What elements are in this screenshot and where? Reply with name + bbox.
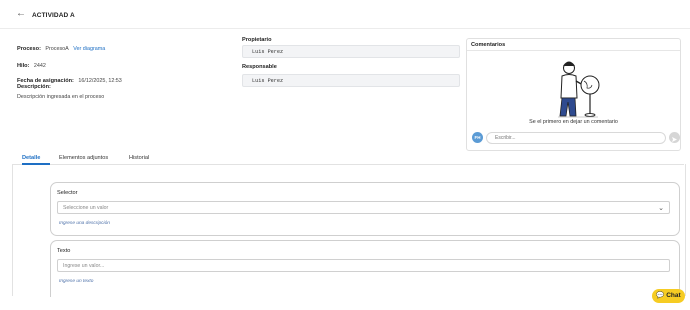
selector-dropdown[interactable]: Seleccione un valor ⌄ [57,201,670,214]
selector-label: Selector [57,190,78,196]
tab-detalle[interactable]: Detalle [22,155,40,161]
avatar: FH [472,132,483,143]
selector-card: Selector Seleccione un valor ⌄ Ingrese u… [50,182,680,236]
process-label: Proceso: [17,46,41,52]
text-card: Texto Ingrese un valor... Ingrese un tex… [50,240,680,297]
text-placeholder: Ingrese un valor... [63,263,105,269]
page-header: ← ACTIVIDAD A [0,0,690,29]
comments-title: Comentarios [471,42,506,48]
tab-historial[interactable]: Historial [129,155,149,161]
chat-bubble-icon: 💬 [656,292,665,299]
page-title: ACTIVIDAD A [32,12,75,19]
arrow-left-icon[interactable]: ← [16,9,26,19]
owner-field: Luis Perez [242,45,460,58]
description-value: Descripción ingresada en el proceso [17,94,105,100]
selector-placeholder: Seleccione un valor [63,205,109,211]
send-icon[interactable] [669,132,680,143]
chat-button[interactable]: 💬 Chat [652,289,685,303]
description-label: Descripción: [17,84,51,90]
comments-divider [467,50,680,51]
comments-empty-message: Se el primero en dejar un comentario [529,119,618,125]
owner-label: Propietario [242,37,272,43]
chat-label: Chat [666,292,681,299]
detail-panel: Selector Seleccione un valor ⌄ Ingrese u… [12,164,686,297]
process-value: ProcesoA [45,46,69,52]
text-input[interactable]: Ingrese un valor... [57,259,670,272]
process-row: Proceso: ProcesoA Ver diagrama [17,37,105,55]
selector-hint: Ingrese una descripción [59,221,110,226]
assigned-value: 16/12/2025, 12:53 [78,78,122,84]
responsible-label: Responsable [242,64,277,70]
view-diagram-link[interactable]: Ver diagrama [73,46,105,52]
comments-panel: Comentarios Se el primero en dejar un co… [466,38,681,151]
tab-elementos-adjuntos[interactable]: Elementos adjuntos [59,155,108,161]
text-label: Texto [57,248,71,254]
comment-input[interactable] [486,132,666,144]
text-hint: Ingrese un texto [59,279,94,284]
responsible-field: Luis Perez [242,74,460,87]
chevron-down-icon[interactable]: ⌄ [658,203,664,215]
